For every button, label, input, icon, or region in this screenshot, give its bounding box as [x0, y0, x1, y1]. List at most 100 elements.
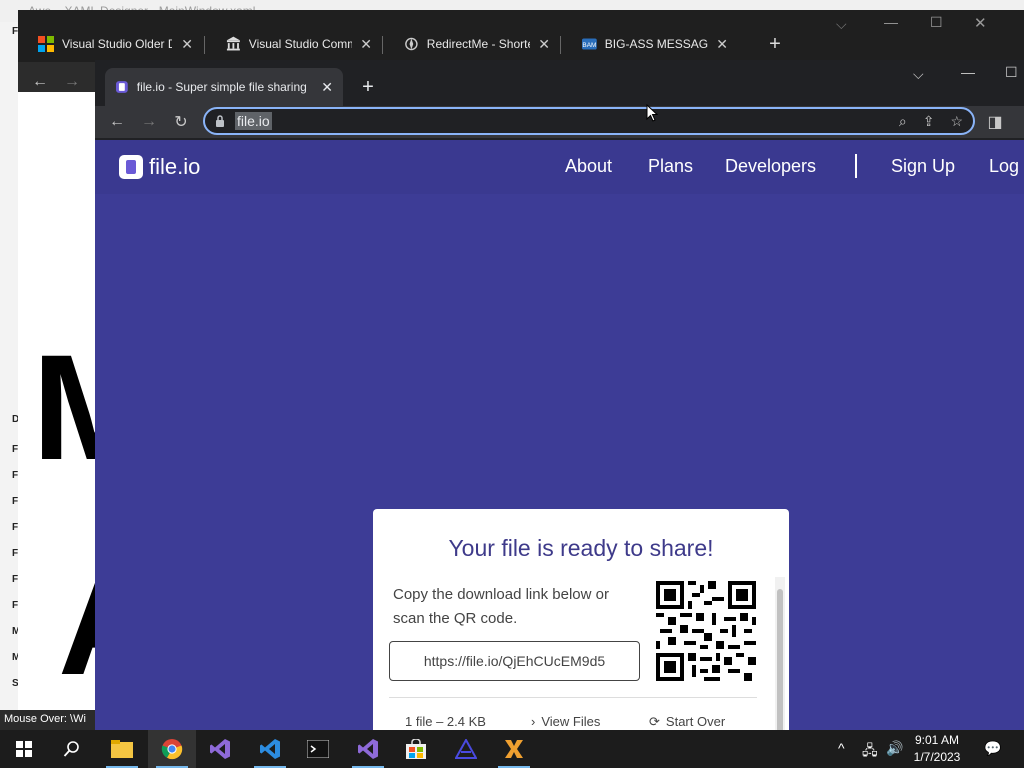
back-tab-2[interactable]: Visual Studio Commu ✕ [206, 26, 382, 62]
start-over-link[interactable]: ⟳ Start Over [649, 714, 725, 730]
system-clock[interactable]: 9:01 AM 1/7/2023 [902, 732, 972, 766]
tab-separator [560, 36, 561, 54]
file-info: 1 file – 2.4 KB [405, 714, 486, 729]
taskbar-file-explorer[interactable] [98, 730, 146, 768]
web-page: file.io About Plans Developers Sign Up L… [95, 140, 1024, 730]
back-page-content: M A [18, 92, 95, 710]
share-icon[interactable]: ⇪ [923, 113, 935, 130]
bookmark-star-icon[interactable]: ☆ [950, 113, 963, 130]
close-tab-icon[interactable]: ✕ [538, 36, 550, 53]
triangle-app-icon [455, 739, 477, 759]
side-panel-icon[interactable]: ◨ [983, 110, 1007, 134]
show-hidden-icons-chevron-up-icon[interactable]: ^ [838, 740, 845, 756]
card-title: Your file is ready to share! [448, 535, 714, 561]
fileio-favicon-icon [115, 81, 128, 93]
mouse-cursor-icon [646, 104, 658, 122]
nav-log-in[interactable]: Log [989, 156, 1019, 177]
taskbar-app-a[interactable] [442, 730, 490, 768]
notification-icon[interactable]: 💬 [984, 740, 1001, 757]
taskbar-vscode[interactable] [246, 730, 294, 768]
share-card: Your file is ready to share! Copy the do… [373, 509, 789, 730]
back-tab-title: RedirectMe - Shorten [426, 37, 531, 51]
taskbar-visual-studio-2[interactable] [344, 730, 392, 768]
taskbar-visual-studio[interactable] [196, 730, 244, 768]
back-tab-title: Visual Studio Older D [62, 37, 172, 51]
vscode-icon [260, 739, 280, 759]
terminal-icon [307, 740, 329, 758]
tab-search-icon[interactable]: ⌵ [836, 16, 847, 33]
new-tab-button[interactable]: + [760, 26, 790, 62]
close-window-icon[interactable]: ✕ [974, 14, 987, 32]
start-button[interactable] [0, 730, 48, 768]
site-navbar: file.io About Plans Developers Sign Up L… [95, 140, 1024, 194]
taskbar-terminal[interactable] [294, 730, 342, 768]
front-tab-strip: file.io - Super simple file sharing ✕ + … [95, 60, 1024, 106]
taskbar-chrome[interactable] [148, 730, 196, 768]
front-browser-window: file.io - Super simple file sharing ✕ + … [95, 60, 1024, 730]
card-instructions: Copy the download link below or scan the… [393, 586, 609, 627]
forward-arrow-icon[interactable]: → [137, 110, 161, 134]
download-link-field[interactable]: https://file.io/QjEhCUcEM9d5 [389, 641, 640, 681]
visual-studio-icon [358, 739, 378, 759]
refresh-icon: ⟳ [649, 714, 660, 729]
close-tab-icon[interactable]: ✕ [321, 79, 333, 96]
url-text[interactable]: file.io [235, 112, 272, 130]
nav-developers[interactable]: Developers [725, 156, 816, 177]
active-tab-title: file.io - Super simple file sharing [136, 80, 307, 94]
back-tab-4[interactable]: BAM BIG-ASS MESSAGE ✕ [562, 26, 738, 62]
back-tab-3[interactable]: RedirectMe - Shorten ✕ [384, 26, 560, 62]
nav-divider [855, 154, 857, 178]
forward-arrow-icon[interactable]: → [60, 70, 84, 94]
svg-text:BAM: BAM [582, 42, 596, 49]
back-arrow-icon[interactable]: ← [28, 70, 52, 94]
fileio-logo-icon [119, 155, 143, 179]
tab-search-icon[interactable]: ⌵ [913, 66, 924, 83]
zoom-search-icon[interactable]: ⌕ [899, 113, 907, 130]
start-over-label: Start Over [665, 714, 726, 729]
taskbar-xamarin[interactable] [490, 730, 538, 768]
taskbar: ^ 🖧 🔊 9:01 AM 1/7/2023 💬 [0, 730, 1024, 768]
chevron-right-icon: › [531, 714, 536, 729]
background-app-left-panel: Fil D F F F F F F F M M S [0, 22, 24, 712]
taskbar-store[interactable] [392, 730, 440, 768]
folder-icon [111, 740, 133, 758]
tab-separator [204, 36, 205, 54]
background-status-bar: Mouse Over: \Wi [0, 710, 100, 730]
address-bar[interactable]: file.io ⌕ ⇪ ☆ [203, 107, 975, 135]
qr-code-icon [656, 581, 756, 681]
site-logo[interactable]: file.io [119, 154, 200, 180]
clock-date: 1/7/2023 [913, 750, 961, 764]
close-tab-icon[interactable]: ✕ [360, 36, 372, 53]
windows-logo-icon [16, 741, 32, 757]
minimize-icon[interactable]: — [961, 64, 975, 80]
maximize-icon[interactable]: ☐ [1005, 64, 1018, 81]
nav-about[interactable]: About [565, 156, 612, 177]
network-icon[interactable]: 🖧 [862, 740, 878, 764]
minimize-icon[interactable]: — [884, 14, 898, 30]
big-message-letter: A [58, 547, 95, 697]
chrome-icon [161, 739, 183, 760]
volume-icon[interactable]: 🔊 [886, 740, 903, 757]
back-tab-title: Visual Studio Commu [248, 37, 352, 51]
card-scrollbar-thumb[interactable] [777, 589, 783, 730]
back-tab-title: BIG-ASS MESSAGE [604, 37, 709, 51]
search-icon [63, 741, 79, 757]
x-app-icon [505, 740, 523, 758]
reload-icon[interactable]: ↻ [169, 110, 193, 134]
new-tab-button[interactable]: + [353, 72, 383, 102]
search-button[interactable] [48, 730, 96, 768]
bank-building-icon [226, 36, 240, 51]
lock-icon [216, 115, 224, 127]
active-tab[interactable]: file.io - Super simple file sharing ✕ [105, 68, 343, 106]
back-arrow-icon[interactable]: ← [105, 110, 129, 134]
view-files-link[interactable]: › View Files [531, 714, 600, 729]
visual-studio-icon [210, 739, 230, 759]
back-tab-1[interactable]: Visual Studio Older D ✕ [18, 26, 203, 62]
close-tab-icon[interactable]: ✕ [181, 36, 193, 53]
nav-plans[interactable]: Plans [648, 156, 693, 177]
close-tab-icon[interactable]: ✕ [716, 36, 728, 53]
nav-sign-up[interactable]: Sign Up [891, 156, 955, 177]
maximize-icon[interactable]: ☐ [930, 14, 943, 31]
card-divider [389, 697, 757, 698]
bam-logo-icon: BAM [582, 38, 597, 50]
